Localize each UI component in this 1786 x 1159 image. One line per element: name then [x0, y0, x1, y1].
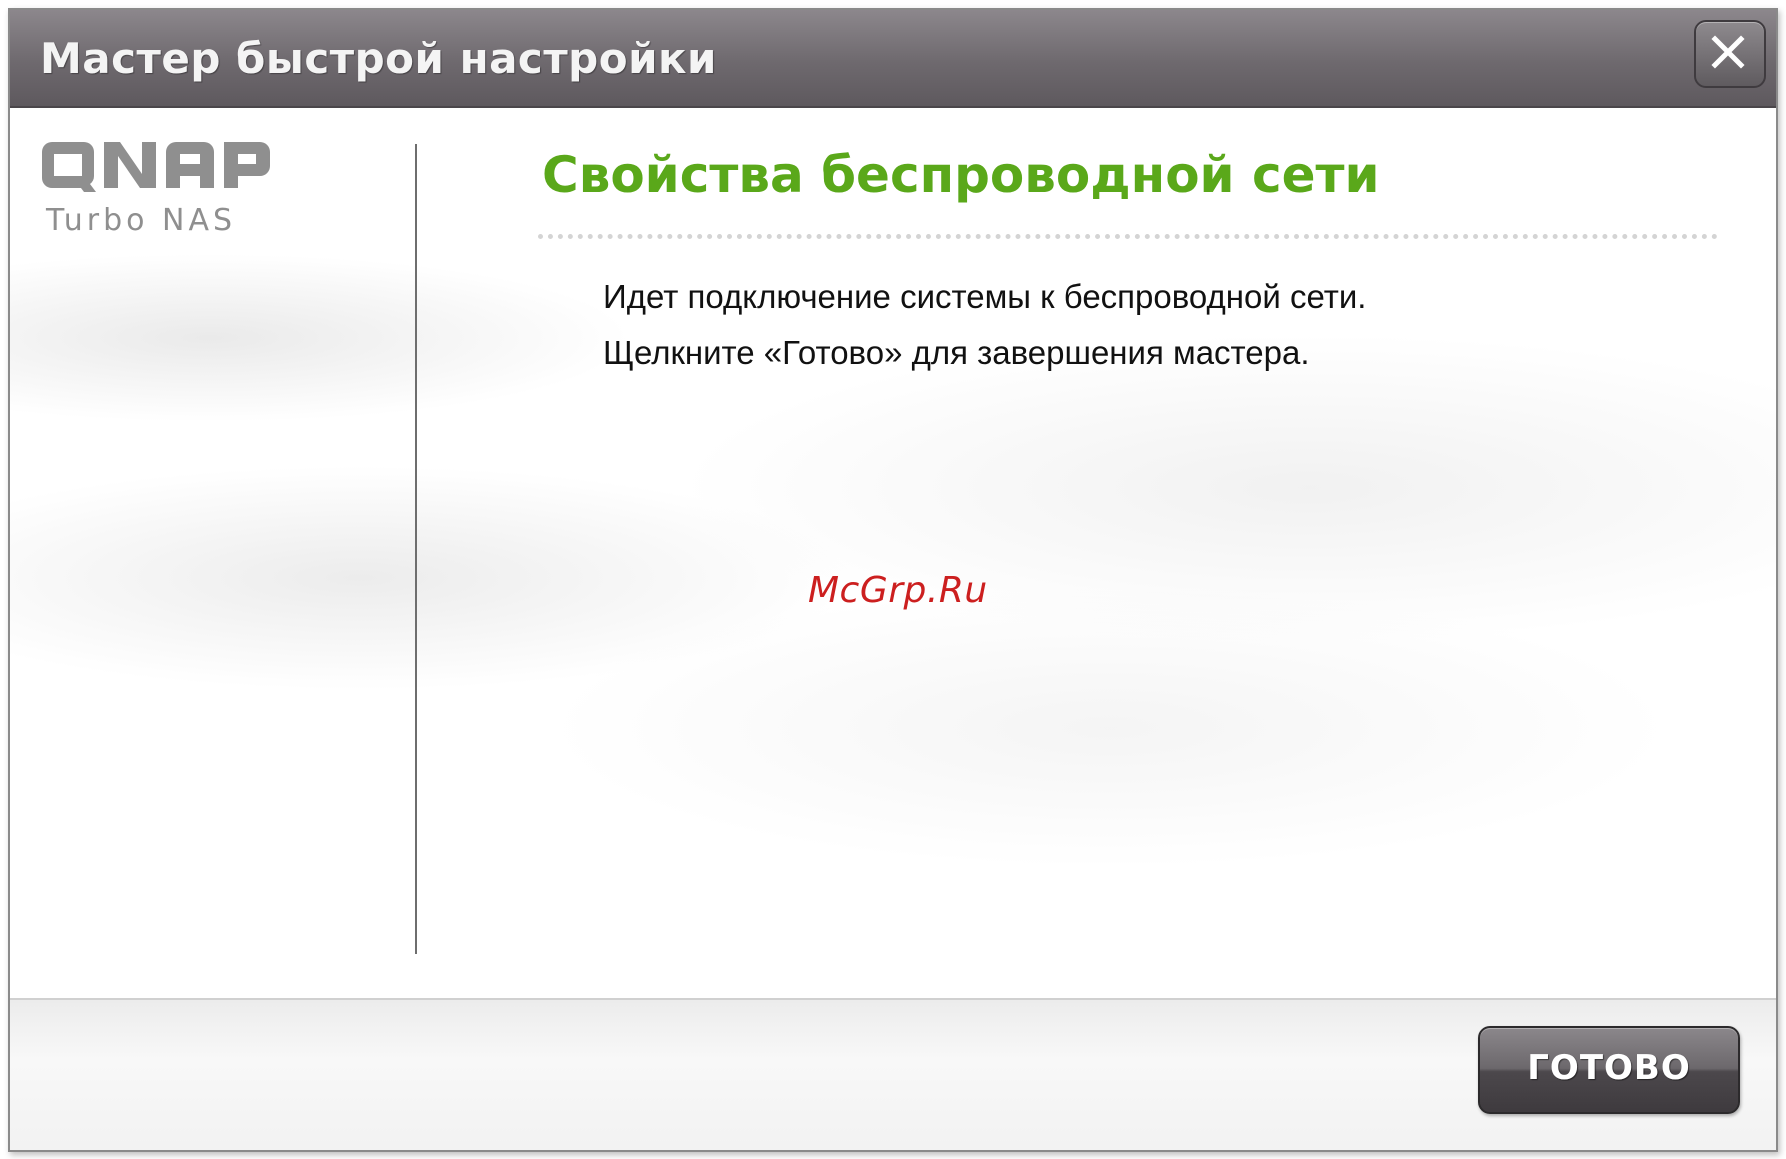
sidebar-divider: [415, 144, 417, 954]
qnap-logo-wordmark: [42, 142, 270, 192]
heading-divider: [538, 234, 1718, 239]
qnap-logo: [38, 138, 298, 202]
done-button[interactable]: ГОТОВО: [1478, 1026, 1740, 1114]
instruction-message: Щелкните «Готово» для завершения мастера…: [603, 334, 1310, 371]
wizard-content: Turbo NAS Свойства беспроводной сети Иде…: [10, 108, 1776, 998]
quick-setup-wizard-dialog: Мастер быстрой настройки Turbo NAS Свойс…: [8, 8, 1778, 1152]
status-message: Идет подключение системы к беспроводной …: [603, 278, 1367, 315]
title-bar: Мастер быстрой настройки: [10, 10, 1776, 108]
close-icon: [1711, 35, 1745, 69]
logo-subtext: Turbo NAS: [46, 203, 237, 238]
watermark: McGrp.Ru: [808, 570, 988, 611]
window-title: Мастер быстрой настройки: [40, 34, 717, 83]
close-button[interactable]: [1694, 20, 1766, 88]
footer-bar: ГОТОВО: [10, 998, 1776, 1150]
page-title: Свойства беспроводной сети: [542, 146, 1380, 204]
